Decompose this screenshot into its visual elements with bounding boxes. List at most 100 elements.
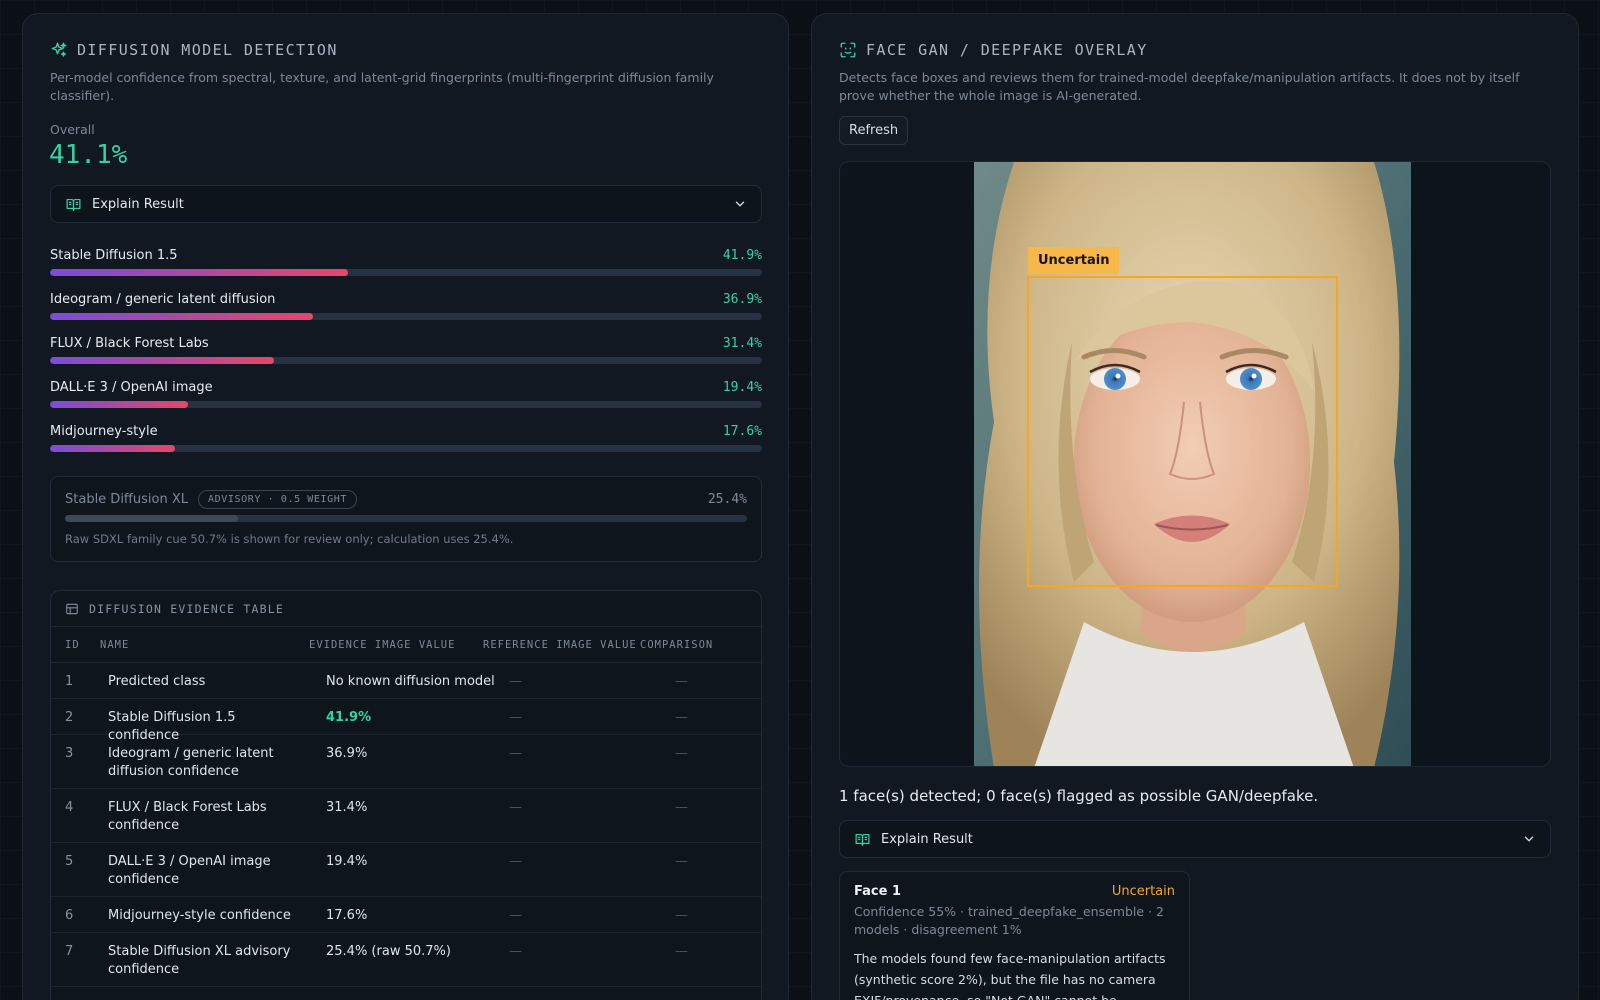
- face-card-status: Uncertain: [1111, 884, 1175, 899]
- model-score-track: [50, 313, 762, 320]
- row-evidence-value: 31.4%: [326, 800, 368, 815]
- row-name: Ideogram / generic latent diffusion conf…: [108, 746, 274, 779]
- row-comparison: —: [675, 800, 688, 815]
- table-row: 4 FLUX / Black Forest Labs confidence 31…: [51, 789, 761, 843]
- face-result-card: Face 1 Uncertain Confidence 55% · traine…: [839, 871, 1190, 1000]
- row-id: 6: [65, 908, 74, 923]
- model-score: 31.4%: [722, 336, 762, 351]
- face-gan-overlay-panel: FACE GAN / DEEPFAKE OVERLAY Detects face…: [811, 13, 1579, 1000]
- model-name: Stable Diffusion 1.5: [50, 248, 178, 263]
- model-score-row: FLUX / Black Forest Labs 31.4%: [50, 336, 762, 364]
- sdxl-note: Raw SDXL family cue 50.7% is shown for r…: [65, 532, 514, 546]
- face-explain-result-toggle[interactable]: Explain Result: [839, 820, 1551, 858]
- advisory-weight-badge: ADVISORY · 0.5 WEIGHT: [198, 490, 358, 509]
- row-comparison: —: [675, 746, 688, 761]
- sdxl-name: Stable Diffusion XL: [65, 492, 188, 507]
- table-row: 5 DALL·E 3 / OpenAI image confidence 19.…: [51, 843, 761, 897]
- column-header-id: ID: [65, 639, 80, 651]
- model-name: DALL·E 3 / OpenAI image: [50, 380, 213, 395]
- diffusion-panel-header: DIFFUSION MODEL DETECTION: [50, 41, 338, 59]
- model-name: Midjourney-style: [50, 424, 158, 439]
- diffusion-detection-panel: DIFFUSION MODEL DETECTION Per-model conf…: [22, 13, 789, 1000]
- book-icon: [66, 198, 81, 211]
- model-score-fill: [50, 445, 176, 452]
- row-name: DALL·E 3 / OpenAI image confidence: [108, 854, 271, 887]
- row-reference-value: —: [509, 800, 522, 815]
- column-header-comparison: COMPARISON: [640, 639, 714, 651]
- row-id: 4: [65, 800, 74, 815]
- column-header-evidence-value: EVIDENCE IMAGE VALUE: [309, 639, 456, 651]
- table-row: 2 Stable Diffusion 1.5 confidence 41.9% …: [51, 699, 761, 743]
- face-card-explanation: The models found few face-manipulation a…: [854, 951, 1166, 1000]
- explain-result-label: Explain Result: [92, 196, 184, 212]
- row-evidence-value: 19.4%: [326, 854, 368, 869]
- sdxl-score: 25.4%: [707, 492, 747, 507]
- model-name: Ideogram / generic latent diffusion: [50, 292, 276, 307]
- model-score-track: [50, 269, 762, 276]
- model-score-fill: [50, 313, 313, 320]
- row-name: Stable Diffusion XL advisory confidence: [108, 944, 291, 977]
- row-id: 5: [65, 854, 74, 869]
- row-reference-value: —: [509, 710, 522, 725]
- row-reference-value: —: [509, 854, 522, 869]
- row-evidence-value: 41.9%: [326, 710, 372, 725]
- face-card-title: Face 1: [854, 884, 901, 899]
- row-evidence-value: 17.6%: [326, 908, 368, 923]
- chevron-down-icon: [1524, 836, 1534, 842]
- row-name: FLUX / Black Forest Labs confidence: [108, 800, 267, 833]
- model-score: 19.4%: [722, 380, 762, 395]
- face-panel-header: FACE GAN / DEEPFAKE OVERLAY: [839, 41, 1148, 59]
- model-score: 41.9%: [722, 248, 762, 263]
- row-evidence-value: 25.4% (raw 50.7%): [326, 944, 451, 959]
- table-row: 6 Midjourney-style confidence 17.6% — —: [51, 897, 761, 933]
- model-score-fill: [50, 357, 274, 364]
- row-id: 1: [65, 674, 74, 689]
- chevron-down-icon: [735, 201, 745, 207]
- model-name: FLUX / Black Forest Labs: [50, 336, 209, 351]
- face-panel-title: FACE GAN / DEEPFAKE OVERLAY: [866, 41, 1148, 59]
- sparkles-icon: [51, 42, 67, 57]
- row-evidence-value: 36.9%: [326, 746, 368, 761]
- row-name: Midjourney-style confidence: [108, 908, 291, 923]
- model-score: 36.9%: [722, 292, 762, 307]
- table-row: 3 Ideogram / generic latent diffusion co…: [51, 735, 761, 789]
- overall-label: Overall: [50, 122, 95, 137]
- row-reference-value: —: [509, 908, 522, 923]
- face-box-label: Uncertain: [1028, 247, 1120, 274]
- model-score-fill: [50, 401, 189, 408]
- explain-result-label: Explain Result: [881, 831, 973, 847]
- table-icon: [66, 603, 78, 614]
- face-image-viewer: Uncertain: [839, 161, 1551, 767]
- book-icon: [855, 833, 870, 846]
- sdxl-score-track: [65, 515, 747, 522]
- row-evidence-value: No known diffusion model: [326, 674, 495, 689]
- row-reference-value: —: [509, 674, 522, 689]
- refresh-button[interactable]: Refresh: [839, 116, 909, 145]
- row-id: 3: [65, 746, 74, 761]
- model-score-track: [50, 445, 762, 452]
- explain-result-toggle[interactable]: Explain Result: [50, 185, 762, 223]
- face-bounding-box[interactable]: [1027, 276, 1338, 587]
- table-row: 1 Predicted class No known diffusion mod…: [51, 663, 761, 699]
- row-comparison: —: [675, 674, 688, 689]
- row-comparison: —: [675, 854, 688, 869]
- model-score-fill: [50, 269, 349, 276]
- row-comparison: —: [675, 710, 688, 725]
- sdxl-score-fill: [65, 515, 239, 522]
- row-reference-value: —: [509, 944, 522, 959]
- table-row: 7 Stable Diffusion XL advisory confidenc…: [51, 933, 761, 987]
- row-id: 7: [65, 944, 74, 959]
- model-score: 17.6%: [722, 424, 762, 439]
- column-header-reference-value: REFERENCE IMAGE VALUE: [483, 639, 637, 651]
- row-name: Predicted class: [108, 674, 206, 689]
- model-score-row: Stable Diffusion 1.5 41.9%: [50, 248, 762, 276]
- diffusion-panel-title: DIFFUSION MODEL DETECTION: [77, 41, 338, 59]
- model-score-track: [50, 401, 762, 408]
- row-comparison: —: [675, 944, 688, 959]
- row-reference-value: —: [509, 746, 522, 761]
- evidence-column-headers: ID NAME EVIDENCE IMAGE VALUE REFERENCE I…: [51, 627, 761, 663]
- diffusion-evidence-table: DIFFUSION EVIDENCE TABLE ID NAME EVIDENC…: [50, 590, 762, 1000]
- diffusion-panel-description: Per-model confidence from spectral, text…: [50, 70, 714, 103]
- sdxl-advisory-box: Stable Diffusion XL ADVISORY · 0.5 WEIGH…: [50, 476, 762, 562]
- evidence-table-title: DIFFUSION EVIDENCE TABLE: [89, 601, 284, 616]
